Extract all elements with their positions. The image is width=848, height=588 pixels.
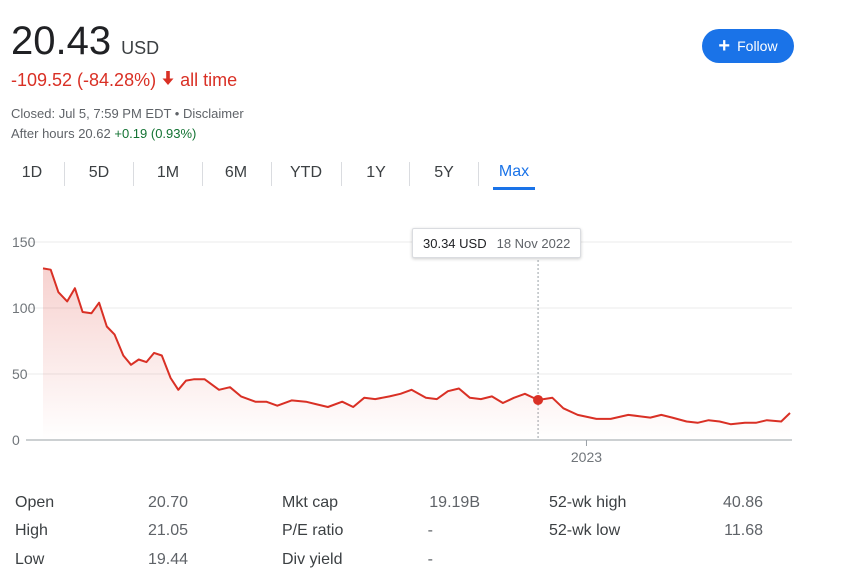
hover-point [533,394,544,405]
disclaimer-link[interactable]: Disclaimer [183,106,244,121]
tab-ytd[interactable]: YTD [282,156,330,190]
after-hours-info: After hours 20.62 +0.19 (0.93%) [11,126,196,141]
tooltip-value: 30.34 USD [423,235,487,251]
tab-6m[interactable]: 6M [214,156,258,190]
arrow-down-icon [162,71,174,90]
stat-open-value: 20.70 [147,494,188,511]
stat-div-yield-value: - [427,551,433,568]
y-tick-label: 50 [12,366,28,382]
after-hours-price: After hours 20.62 [11,126,111,141]
stat-52wk-low-value: 11.68 [724,522,763,539]
tab-divider [202,162,203,186]
price-change: -109.52 (-84.28%) [11,70,157,90]
currency-label: USD [121,38,160,58]
tab-max[interactable]: Max [493,156,535,190]
stat-high-label: High [15,522,48,539]
current-price: 20.43 [11,19,112,63]
price-header: 20.43 USD [11,18,159,64]
x-tick-label: 2023 [571,449,602,465]
tooltip-date: 18 Nov 2022 [496,235,571,251]
tab-1m[interactable]: 1M [146,156,190,190]
closed-time: Closed: Jul 5, 7:59 PM EDT [11,106,172,121]
price-chart-svg[interactable]: 150 100 50 0 2023 [0,222,848,472]
range-tabs: 1D 5D 1M 6M YTD 1Y 5Y Max [0,156,848,192]
follow-button[interactable]: + Follow [702,29,794,63]
tab-divider [271,162,272,186]
y-tick-label: 100 [12,300,36,316]
stat-pe-ratio-label: P/E ratio [282,522,344,539]
separator-dot: • [174,106,180,121]
follow-label: Follow [737,38,778,54]
after-hours-change: +0.19 (0.93%) [114,126,197,141]
tab-1y[interactable]: 1Y [356,156,396,190]
closed-info: Closed: Jul 5, 7:59 PM EDT • Disclaimer [11,106,244,121]
tab-divider [64,162,65,186]
chart-tooltip: 30.34 USD 18 Nov 2022 [412,228,582,258]
stat-pe-ratio-value: - [427,522,433,539]
plus-icon: + [718,35,731,57]
tab-divider [478,162,479,186]
stat-52wk-high-value: 40.86 [722,494,763,511]
stat-high-value: 21.05 [147,522,188,539]
stat-open-label: Open [15,494,55,511]
tab-1d[interactable]: 1D [12,156,52,190]
stat-low-label: Low [15,551,45,568]
tab-divider [341,162,342,186]
y-tick-label: 150 [12,234,36,250]
tab-5d[interactable]: 5D [78,156,120,190]
price-change-row: -109.52 (-84.28%) all time [11,70,237,91]
tab-divider [409,162,410,186]
stat-div-yield-label: Div yield [282,551,343,568]
y-tick-label: 0 [12,432,20,448]
stat-mkt-cap-label: Mkt cap [282,494,339,511]
stat-low-value: 19.44 [147,551,188,568]
stat-52wk-high-label: 52-wk high [549,494,627,511]
tab-5y[interactable]: 5Y [424,156,464,190]
tab-divider [133,162,134,186]
change-period: all time [180,70,238,90]
stat-mkt-cap-value: 19.19B [429,494,480,511]
price-chart[interactable]: 150 100 50 0 2023 [0,222,848,472]
stat-52wk-low-label: 52-wk low [549,522,621,539]
